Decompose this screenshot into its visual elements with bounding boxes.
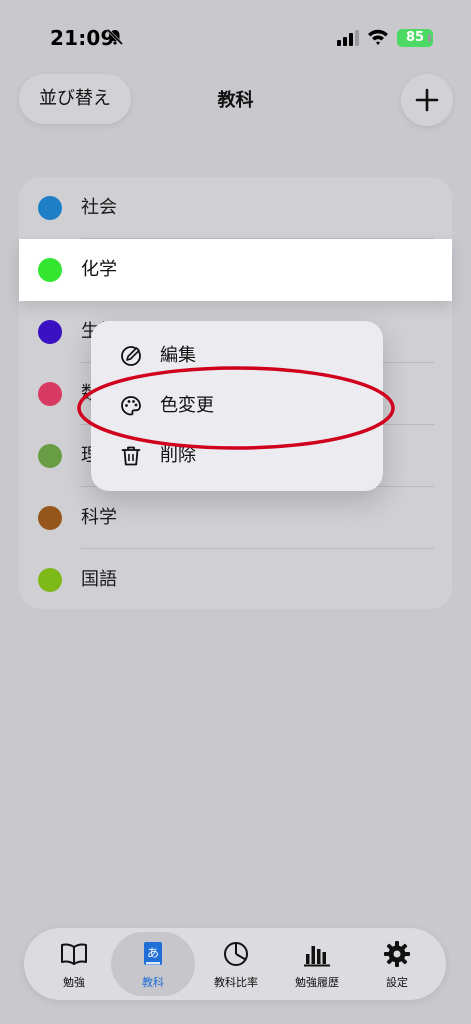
wifi-icon <box>368 29 388 45</box>
tab-bar: 勉強 あ 教科 教科比率 勉強履歴 設定 <box>24 928 446 1000</box>
trash-icon <box>121 446 141 466</box>
menu-item-edit[interactable]: 編集 <box>91 331 383 381</box>
svg-text:あ: あ <box>147 946 159 960</box>
gear-icon <box>384 941 410 967</box>
battery-tip <box>428 34 431 42</box>
edit-icon <box>121 346 141 366</box>
color-dot <box>38 444 62 468</box>
subject-book-icon: あ <box>144 942 162 965</box>
cellular-signal-icon <box>337 30 359 46</box>
list-item[interactable]: 科学 <box>19 487 452 549</box>
status-bar: 21:09 85 <box>0 0 471 70</box>
palette-icon <box>121 396 141 416</box>
menu-item-change-color[interactable]: 色変更 <box>91 381 383 431</box>
color-dot <box>38 382 62 406</box>
subject-label: 社会 <box>81 197 117 218</box>
tab-label: 教科 <box>142 976 164 989</box>
menu-item-label: 編集 <box>160 345 196 366</box>
subject-label: 国語 <box>81 569 117 590</box>
tab-label: 勉強履歴 <box>295 976 339 989</box>
selected-list-item[interactable]: 化学 <box>19 239 452 301</box>
tab-subjects[interactable]: あ 教科 <box>111 932 195 996</box>
pie-chart-icon <box>224 942 248 966</box>
color-dot <box>38 568 62 592</box>
bar-chart-icon <box>304 946 330 967</box>
tab-settings[interactable]: 設定 <box>355 932 439 996</box>
plus-icon <box>415 88 439 112</box>
menu-item-label: 削除 <box>160 445 196 466</box>
tab-study-history[interactable]: 勉強履歴 <box>275 932 359 996</box>
list-item[interactable]: 社会 <box>19 177 452 239</box>
tab-subject-ratio[interactable]: 教科比率 <box>194 932 278 996</box>
bell-slash-icon <box>106 28 124 46</box>
status-time: 21:09 <box>50 26 115 50</box>
tab-study[interactable]: 勉強 <box>32 932 116 996</box>
color-dot <box>38 258 62 282</box>
subject-label: 化学 <box>81 259 117 280</box>
menu-item-label: 色変更 <box>160 395 214 416</box>
context-menu: 編集 色変更 削除 <box>91 321 383 491</box>
color-dot <box>38 196 62 220</box>
color-dot <box>38 320 62 344</box>
menu-item-delete[interactable]: 削除 <box>91 431 383 481</box>
tab-label: 教科比率 <box>214 976 258 989</box>
subject-label: 科学 <box>81 507 117 528</box>
color-dot <box>38 506 62 530</box>
tab-label: 設定 <box>386 976 408 989</box>
add-subject-button[interactable] <box>401 74 453 126</box>
list-item[interactable]: 国語 <box>19 549 452 611</box>
book-icon <box>61 943 87 965</box>
tab-label: 勉強 <box>63 976 85 989</box>
